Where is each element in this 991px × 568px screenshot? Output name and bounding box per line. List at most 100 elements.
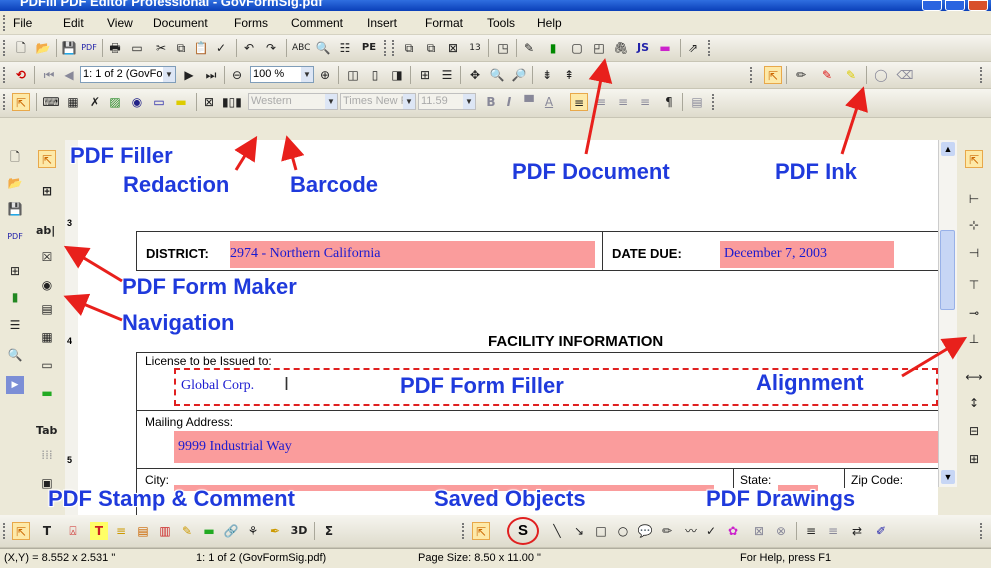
maximize-button[interactable] — [945, 0, 965, 11]
select-arrow-icon[interactable]: ⇱ — [764, 66, 782, 84]
thumbnails-icon[interactable]: ⊞ — [6, 262, 24, 280]
last-page-icon[interactable]: ⏭ — [202, 66, 220, 84]
layers-icon[interactable]: ☰ — [6, 316, 24, 334]
freehand-icon[interactable]: ✏ — [658, 522, 676, 540]
line-icon[interactable]: ╲ — [548, 522, 566, 540]
properties-icon[interactable]: ☷ — [336, 39, 354, 57]
pdf-icon[interactable]: PDF — [6, 228, 24, 246]
extract-pages-icon[interactable]: ⧉ — [422, 39, 440, 57]
chevron-down-icon[interactable]: ▼ — [301, 67, 313, 82]
3d-button[interactable]: 3D — [290, 522, 308, 540]
encoding-select[interactable]: Western ▼ — [248, 93, 338, 110]
arrow-line-icon[interactable]: ↘ — [570, 522, 588, 540]
list-box-icon[interactable]: ▦ — [38, 328, 56, 346]
barcode-icon[interactable]: ▮▯▮ — [222, 93, 242, 111]
select-arrow-icon[interactable]: ⇱ — [38, 150, 56, 168]
align-center-icon[interactable]: ≡ — [592, 93, 610, 111]
attachment-icon[interactable]: ⚘ — [244, 522, 262, 540]
rotate-page-icon[interactable]: ◳ — [494, 39, 512, 57]
open-icon[interactable]: 📂 — [34, 39, 52, 57]
scroll-up-icon[interactable]: ⇞ — [560, 66, 578, 84]
actual-size-icon[interactable]: ◫ — [344, 66, 362, 84]
paste-icon[interactable]: 📋 — [192, 39, 210, 57]
rectangle-icon[interactable]: ▭ — [150, 93, 168, 111]
ellipse-icon[interactable]: ○ — [614, 522, 632, 540]
menu-view[interactable]: View — [107, 16, 133, 30]
fill-color-icon[interactable]: ▀ — [520, 93, 538, 111]
javascript-icon[interactable]: JS — [634, 39, 652, 57]
text-field-button[interactable]: ab| — [36, 222, 55, 240]
next-page-icon[interactable]: ▶ — [180, 66, 198, 84]
minimize-button[interactable] — [922, 0, 942, 11]
panel-toggle-icon[interactable]: ▶ — [6, 376, 24, 394]
color-picker-icon[interactable]: ✿ — [724, 522, 742, 540]
cut-icon[interactable]: ✂ — [152, 39, 170, 57]
strikeout-icon[interactable]: ≡ — [112, 522, 130, 540]
polyline-icon[interactable]: 〰 — [682, 522, 700, 540]
select-arrow-icon[interactable]: ⇱ — [472, 522, 490, 540]
scroll-down-icon[interactable]: ▼ — [941, 470, 955, 484]
ungroup-icon[interactable]: ⊗ — [772, 522, 790, 540]
undo-icon[interactable]: ↶ — [240, 39, 258, 57]
menu-tools[interactable]: Tools — [487, 16, 515, 30]
line-color-icon[interactable]: ✐ — [872, 522, 890, 540]
watermark-icon[interactable]: ◰ — [590, 39, 608, 57]
select-arrow-icon[interactable]: ⇱ — [12, 522, 30, 540]
pencil-icon[interactable]: ✏ — [792, 66, 810, 84]
zoom-out-icon[interactable]: ⊖ — [228, 66, 246, 84]
new-page-icon[interactable]: 🗋 — [6, 148, 24, 166]
thumbnails-icon[interactable]: ⊞ — [416, 66, 434, 84]
line-style-icon[interactable]: ≡ — [824, 522, 842, 540]
insert-pages-icon[interactable]: ⧉ — [400, 39, 418, 57]
refresh-icon[interactable]: ⟲ — [12, 66, 30, 84]
menu-document[interactable]: Document — [153, 16, 208, 30]
menu-help[interactable]: Help — [537, 16, 562, 30]
copy-icon[interactable]: ⧉ — [172, 39, 190, 57]
justify-icon[interactable]: ≡ — [636, 93, 654, 111]
saved-objects-button[interactable]: S — [507, 517, 539, 545]
align-middles-icon[interactable]: ⊸ — [965, 304, 983, 322]
text-note-icon[interactable]: T — [90, 522, 108, 540]
grid-icon[interactable]: ⁞⁞⁞ — [38, 446, 56, 464]
menu-insert[interactable]: Insert — [367, 16, 397, 30]
pdf-icon[interactable]: PDF — [80, 39, 98, 57]
page-select[interactable]: 1: 1 of 2 (GovFor ▼ — [80, 66, 176, 83]
scroll-up-icon[interactable]: ▲ — [941, 142, 955, 156]
scan-icon[interactable]: ▭ — [128, 39, 146, 57]
district-field[interactable]: 2974 - Northern California — [230, 241, 595, 268]
center-vertical-icon[interactable]: ⊞ — [965, 450, 983, 468]
align-left-icon[interactable]: ≡ — [570, 93, 588, 111]
align-bottom-edges-icon[interactable]: ⊥ — [965, 330, 983, 348]
highlighter-icon[interactable]: ✎ — [842, 66, 860, 84]
italic-button[interactable]: I — [500, 93, 518, 111]
zoom-select[interactable]: 100 % ▼ — [250, 66, 314, 83]
sigma-button[interactable]: Σ — [320, 522, 338, 540]
text-options-icon[interactable]: ▤ — [688, 93, 706, 111]
redo-icon[interactable]: ↷ — [262, 39, 280, 57]
chevron-down-icon[interactable]: ▼ — [163, 67, 175, 82]
bold-button[interactable]: B — [482, 93, 500, 111]
scrollbar-thumb[interactable] — [940, 230, 955, 310]
highlight-icon[interactable]: ▬ — [200, 522, 218, 540]
page-layout-icon[interactable]: ▢ — [568, 39, 586, 57]
tab-order-button[interactable]: Tab — [36, 422, 57, 440]
rectangle-icon[interactable]: □ — [592, 522, 610, 540]
font-color-icon[interactable]: A — [540, 93, 558, 111]
web-image-icon[interactable]: ◉ — [128, 93, 146, 111]
bookmarks-icon[interactable]: ☰ — [438, 66, 456, 84]
menu-comment[interactable]: Comment — [291, 16, 343, 30]
select-arrow-icon[interactable]: ⇱ — [12, 93, 30, 111]
hyperlink-icon[interactable]: 🔗 — [222, 522, 240, 540]
radio-icon[interactable]: ◉ — [38, 276, 56, 294]
fit-page-icon[interactable]: ▯ — [366, 66, 384, 84]
close-button[interactable] — [968, 0, 988, 11]
redaction-icon[interactable]: ⊠ — [200, 93, 218, 111]
checkbox-icon[interactable]: ☒ — [38, 248, 56, 266]
magnify-icon[interactable]: 🔍 — [488, 66, 506, 84]
sticky-note-icon[interactable]: ▥ — [156, 522, 174, 540]
page-setup-icon[interactable]: PE — [360, 39, 378, 57]
magnify-area-icon[interactable]: 🔎 — [510, 66, 528, 84]
combo-box-icon[interactable]: ▤ — [38, 300, 56, 318]
polygon-icon[interactable]: ✓ — [702, 522, 720, 540]
marker-icon[interactable]: ✎ — [818, 66, 836, 84]
